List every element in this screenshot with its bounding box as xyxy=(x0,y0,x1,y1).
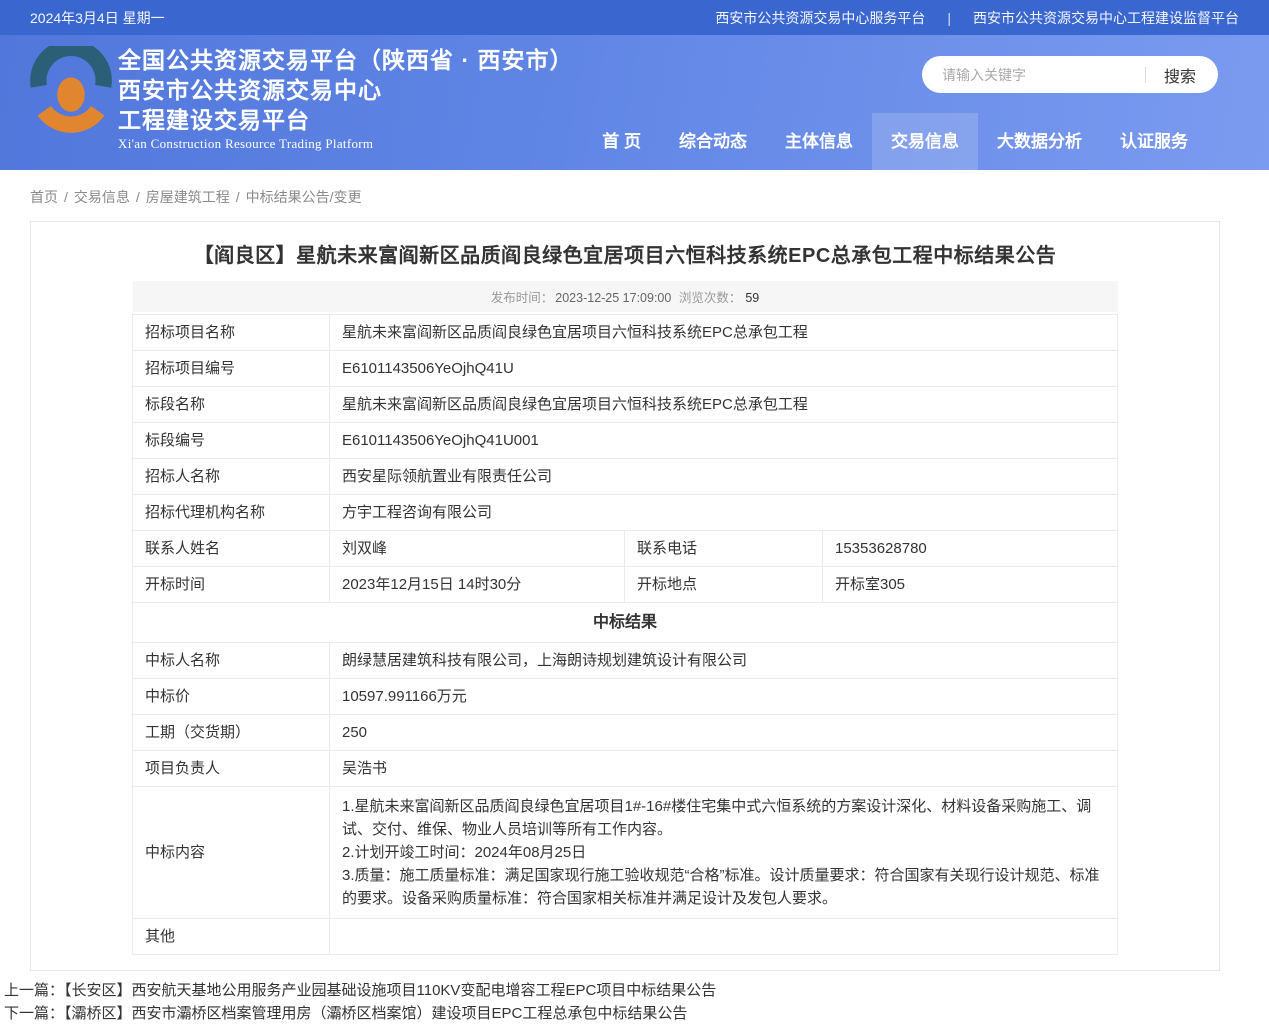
prev-article-row: 上一篇：【长安区】西安航天基地公用服务产业园基础设施项目110KV变配电增容工程… xyxy=(4,979,1269,1002)
row-label: 开标时间 xyxy=(131,566,330,603)
publish-time-label: 发布时间： xyxy=(490,291,554,305)
row-label: 开标地点 xyxy=(623,566,823,603)
site-header: 全国公共资源交易平台（陕西省 · 西安市） 西安市公共资源交易中心 工程建设交易… xyxy=(0,35,1269,170)
table-row: 中标价 10597.991166万元 xyxy=(131,678,1119,715)
row-label: 标段编号 xyxy=(131,422,330,459)
views-value: 59 xyxy=(745,291,760,305)
row-label: 中标人名称 xyxy=(131,642,330,679)
row-value: E6101143506YeOjhQ41U xyxy=(328,350,1119,387)
row-value: 15353628780 xyxy=(821,530,1119,567)
prev-label: 上一篇： xyxy=(4,982,65,999)
row-value: 2023年12月15日 14时30分 xyxy=(328,566,625,603)
row-label: 招标项目名称 xyxy=(131,314,330,351)
row-label: 工期（交货期） xyxy=(131,714,330,751)
search-button[interactable]: 搜索 xyxy=(1146,63,1218,87)
content-line: 1.星航未来富阎新区品质阎良绿色宜居项目1#-16#楼住宅集中式六恒系统的方案设… xyxy=(341,798,1092,838)
row-value: 1.星航未来富阎新区品质阎良绿色宜居项目1#-16#楼住宅集中式六恒系统的方案设… xyxy=(328,786,1119,919)
brand-line-3: 工程建设交易平台 xyxy=(118,107,310,133)
table-row: 联系人姓名 刘双峰 联系电话 15353628780 xyxy=(131,530,1119,567)
row-value: 刘双峰 xyxy=(328,530,625,567)
service-platform-link[interactable]: 西安市公共资源交易中心服务平台 xyxy=(715,8,925,28)
announcement-card: 【阎良区】星航未来富阎新区品质阎良绿色宜居项目六恒科技系统EPC总承包工程中标结… xyxy=(30,221,1220,971)
main-nav: 首 页综合动态 主体信息 交易信息 大数据分析 认证服务 xyxy=(583,113,1207,170)
publish-meta: 发布时间： 2023-12-25 17:09:00 浏览次数： 59 xyxy=(132,281,1118,312)
publish-time-value: 2023-12-25 17:09:00 xyxy=(555,291,672,305)
breadcrumb-separator: / xyxy=(235,189,240,205)
pager: 上一篇：【长安区】西安航天基地公用服务产业园基础设施项目110KV变配电增容工程… xyxy=(4,979,1269,1025)
breadcrumb-separator: / xyxy=(64,189,68,205)
bid-info-table: 招标项目名称 星航未来富阎新区品质阎良绿色宜居项目六恒科技系统EPC总承包工程 招标… xyxy=(131,314,1119,955)
table-row: 标段编号 E6101143506YeOjhQ41U001 xyxy=(131,422,1119,459)
row-value xyxy=(328,918,1119,955)
table-row: 中标结果 xyxy=(131,602,1119,643)
content-line: 2.计划开竣工时间：2024年08月25日 xyxy=(341,844,587,861)
nav-item[interactable]: 认证服务 xyxy=(1101,113,1207,170)
table-row: 招标代理机构名称 方宇工程咨询有限公司 xyxy=(131,494,1119,531)
topbar-date: 2024年3月4日 星期一 xyxy=(30,9,165,26)
table-row: 中标内容 1.星航未来富阎新区品质阎良绿色宜居项目1#-16#楼住宅集中式六恒系统… xyxy=(131,786,1119,919)
table-row: 招标项目编号 E6101143506YeOjhQ41U xyxy=(131,350,1119,387)
site-brand: 全国公共资源交易平台（陕西省 · 西安市） 西安市公共资源交易中心 工程建设交易… xyxy=(118,45,573,152)
info-table-body: 招标项目名称 星航未来富阎新区品质阎良绿色宜居项目六恒科技系统EPC总承包工程 招标… xyxy=(131,314,1119,955)
row-value: 开标室305 xyxy=(821,566,1119,603)
row-value: E6101143506YeOjhQ41U001 xyxy=(328,422,1119,459)
row-label: 其他 xyxy=(131,918,330,955)
breadcrumb: 首页 / 交易信息 / 房屋建筑工程 / 中标结果公告/变更 xyxy=(0,170,1269,221)
prev-article-link[interactable]: 【长安区】西安航天基地公用服务产业园基础设施项目110KV变配电增容工程EPC项… xyxy=(64,982,716,999)
next-label: 下一篇： xyxy=(4,1005,65,1022)
page-title: 【阎良区】星航未来富阎新区品质阎良绿色宜居项目六恒科技系统EPC总承包工程中标结… xyxy=(193,245,1057,267)
views-label: 浏览次数： xyxy=(678,291,742,305)
table-row: 标段名称 星航未来富阎新区品质阎良绿色宜居项目六恒科技系统EPC总承包工程 xyxy=(131,386,1119,423)
row-label: 联系电话 xyxy=(623,530,823,567)
nav-item[interactable]: 主体信息 xyxy=(766,113,872,170)
row-value: 方宇工程咨询有限公司 xyxy=(328,494,1119,531)
topbar: 2024年3月4日 星期一 西安市公共资源交易中心服务平台 | 西安市公共资源交… xyxy=(0,0,1269,35)
table-row: 工期（交货期） 250 xyxy=(131,714,1119,751)
row-label: 项目负责人 xyxy=(131,750,330,787)
next-article-row: 下一篇：【灞桥区】西安市灞桥区档案管理用房（灞桥区档案馆）建设项目EPC工程总承… xyxy=(4,1002,1269,1025)
table-row: 招标项目名称 星航未来富阎新区品质阎良绿色宜居项目六恒科技系统EPC总承包工程 xyxy=(131,314,1119,351)
table-row: 其他 xyxy=(131,918,1119,955)
site-logo-icon xyxy=(30,46,112,133)
next-article-link[interactable]: 【灞桥区】西安市灞桥区档案管理用房（灞桥区档案馆）建设项目EPC工程总承包中标结… xyxy=(64,1005,687,1022)
row-label: 中标内容 xyxy=(131,786,330,919)
row-value: 星航未来富阎新区品质阎良绿色宜居项目六恒科技系统EPC总承包工程 xyxy=(328,386,1119,423)
row-value: 星航未来富阎新区品质阎良绿色宜居项目六恒科技系统EPC总承包工程 xyxy=(328,314,1119,351)
nav-item[interactable]: 首 页 xyxy=(583,113,660,170)
table-row: 项目负责人 吴浩书 xyxy=(131,750,1119,787)
row-value: 250 xyxy=(328,714,1119,751)
supervision-platform-link[interactable]: 西安市公共资源交易中心工程建设监督平台 xyxy=(973,8,1239,28)
table-row: 开标时间 2023年12月15日 14时30分 开标地点 开标室305 xyxy=(131,566,1119,603)
search-bar: 搜索 xyxy=(922,56,1218,93)
section-header-cell: 中标结果 xyxy=(131,602,1119,643)
row-label: 招标代理机构名称 xyxy=(131,494,330,531)
topbar-separator: | xyxy=(947,9,951,26)
content-line: 3.质量：施工质量标准：满足国家现行施工验收规范“合格”标准。设计质量要求：符合… xyxy=(341,867,1100,907)
nav-item[interactable]: 综合动态 xyxy=(660,113,766,170)
breadcrumb-item[interactable]: 中标结果公告/变更 xyxy=(246,189,362,205)
breadcrumb-item[interactable]: 房屋建筑工程 xyxy=(146,189,230,205)
row-value: 西安星际领航置业有限责任公司 xyxy=(328,458,1119,495)
row-value: 吴浩书 xyxy=(328,750,1119,787)
row-value: 朗绿慧居建筑科技有限公司，上海朗诗规划建筑设计有限公司 xyxy=(328,642,1119,679)
nav-item[interactable]: 交易信息 xyxy=(872,113,978,170)
row-label: 招标项目编号 xyxy=(131,350,330,387)
row-label: 标段名称 xyxy=(131,386,330,423)
row-label: 招标人名称 xyxy=(131,458,330,495)
breadcrumb-item[interactable]: 交易信息 xyxy=(74,189,130,205)
table-row: 中标人名称 朗绿慧居建筑科技有限公司，上海朗诗规划建筑设计有限公司 xyxy=(131,642,1119,679)
brand-english-subtitle: Xi'an Construction Resource Trading Plat… xyxy=(118,136,374,151)
brand-line-1: 全国公共资源交易平台（陕西省 · 西安市） xyxy=(118,47,574,73)
row-value: 10597.991166万元 xyxy=(328,678,1119,715)
table-row: 招标人名称 西安星际领航置业有限责任公司 xyxy=(131,458,1119,495)
breadcrumb-item[interactable]: 首页 xyxy=(30,189,58,205)
brand-line-2: 西安市公共资源交易中心 xyxy=(118,77,382,103)
row-label: 中标价 xyxy=(131,678,330,715)
search-input[interactable] xyxy=(942,66,1145,83)
topbar-links: 西安市公共资源交易中心服务平台 | 西安市公共资源交易中心工程建设监督平台 xyxy=(715,8,1239,28)
row-label: 联系人姓名 xyxy=(131,530,330,567)
nav-item[interactable]: 大数据分析 xyxy=(978,113,1101,170)
breadcrumb-separator: / xyxy=(135,189,140,205)
